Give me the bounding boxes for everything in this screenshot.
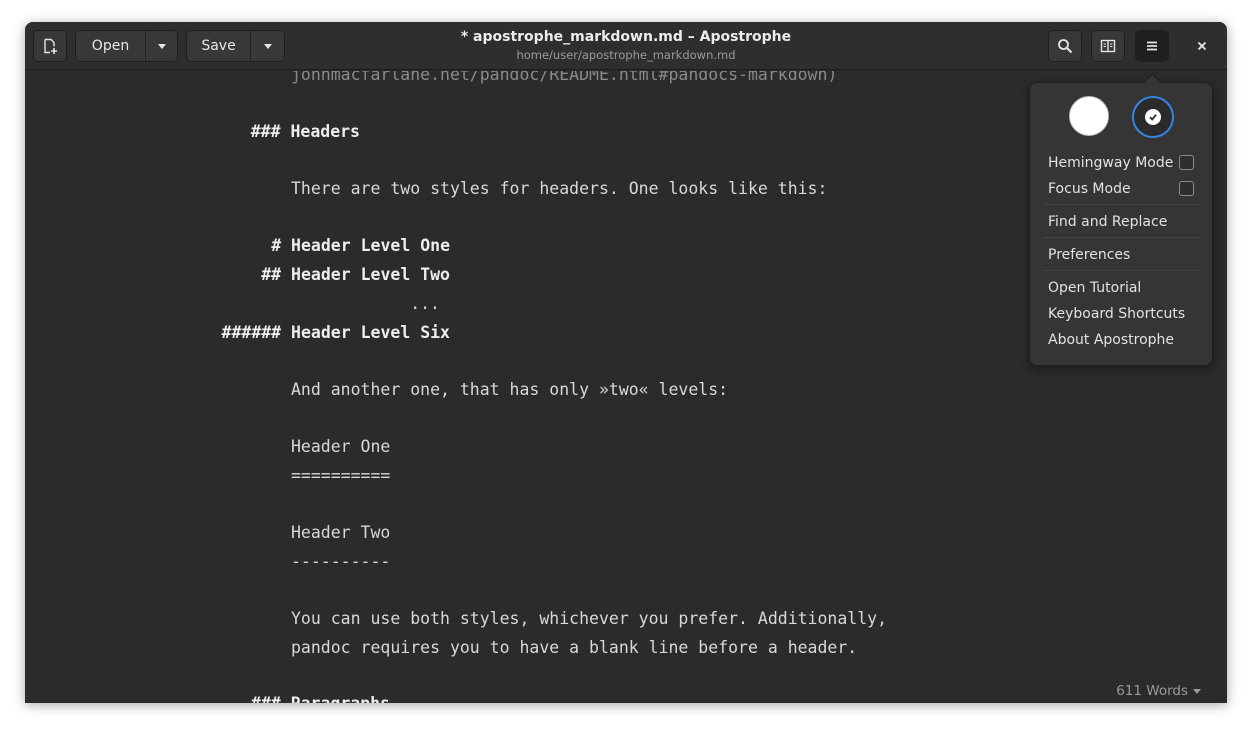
editor-line: johnmacfarlane.net/pandoc/README.html#pa… [291, 71, 838, 84]
find-and-replace-item[interactable]: Find and Replace [1048, 213, 1167, 231]
search-icon [1058, 39, 1073, 54]
editor-line: ### Headers [250, 122, 360, 141]
editor-line: pandoc requires you to have a blank line… [291, 638, 858, 657]
new-document-icon [44, 38, 57, 54]
window-title-area: * apostrophe_markdown.md – Apostrophe ho… [325, 28, 927, 63]
editor-line: # Header Level One [271, 236, 450, 255]
preview-button[interactable] [1091, 30, 1125, 62]
close-button[interactable] [1185, 30, 1219, 62]
window-subtitle: home/user/apostrophe_markdown.md [516, 48, 736, 62]
window-title: * apostrophe_markdown.md – Apostrophe [460, 29, 792, 45]
editor-line: You can use both styles, whichever you p… [291, 609, 888, 628]
preferences-item[interactable]: Preferences [1048, 246, 1130, 264]
main-menu-button[interactable] [1135, 30, 1169, 62]
main-menu-popover: Hemingway Mode Focus Mode Find and Repla… [1029, 82, 1213, 366]
word-count-label: 611 Words [1116, 683, 1188, 699]
editor-line: ---------- [291, 552, 391, 571]
menu-separator [1044, 237, 1200, 238]
book-preview-icon [1100, 39, 1116, 53]
editor-line: ###### Header Level Six [221, 323, 450, 342]
search-button[interactable] [1048, 30, 1082, 62]
editor-line: ## Header Level Two [261, 265, 450, 284]
open-dropdown-button[interactable] [145, 30, 178, 62]
editor-line: ========== [291, 466, 391, 485]
hemingway-mode-item[interactable]: Hemingway Mode [1048, 154, 1173, 172]
editor-line: And another one, that has only »two« lev… [291, 380, 729, 399]
header-bar: Open Save * apostrophe_markdown.md – Apo… [25, 22, 1227, 70]
app-window: Open Save * apostrophe_markdown.md – Apo… [25, 22, 1227, 703]
checkmark-icon [1145, 109, 1161, 125]
about-apostrophe-item[interactable]: About Apostrophe [1048, 331, 1174, 349]
editor-line: ... [410, 294, 440, 313]
save-button[interactable]: Save [186, 30, 251, 62]
editor-line: Header One [291, 437, 391, 456]
menu-separator [1044, 204, 1200, 205]
keyboard-shortcuts-item[interactable]: Keyboard Shortcuts [1048, 305, 1185, 323]
hamburger-menu-icon [1147, 41, 1157, 51]
open-button[interactable]: Open [75, 30, 146, 62]
new-document-button[interactable] [33, 30, 67, 62]
chevron-down-icon [1193, 688, 1201, 694]
editor-line: ### Paragraphs [200, 694, 390, 703]
focus-mode-item[interactable]: Focus Mode [1048, 180, 1131, 198]
open-tutorial-item[interactable]: Open Tutorial [1048, 279, 1141, 297]
open-button-label: Open [91, 38, 130, 54]
focus-mode-checkbox[interactable] [1179, 181, 1194, 196]
light-theme-button[interactable] [1069, 96, 1109, 136]
save-dropdown-button[interactable] [250, 30, 285, 62]
chevron-down-icon [263, 43, 272, 49]
editor-line: There are two styles for headers. One lo… [291, 179, 828, 198]
close-icon [1197, 41, 1207, 51]
word-count-button[interactable]: 611 Words [1116, 683, 1201, 699]
menu-separator [1044, 270, 1200, 271]
hemingway-mode-checkbox[interactable] [1179, 155, 1194, 170]
editor-line: Header Two [291, 523, 391, 542]
save-button-label: Save [201, 38, 236, 54]
chevron-down-icon [157, 43, 166, 49]
dark-theme-button[interactable] [1132, 96, 1174, 138]
